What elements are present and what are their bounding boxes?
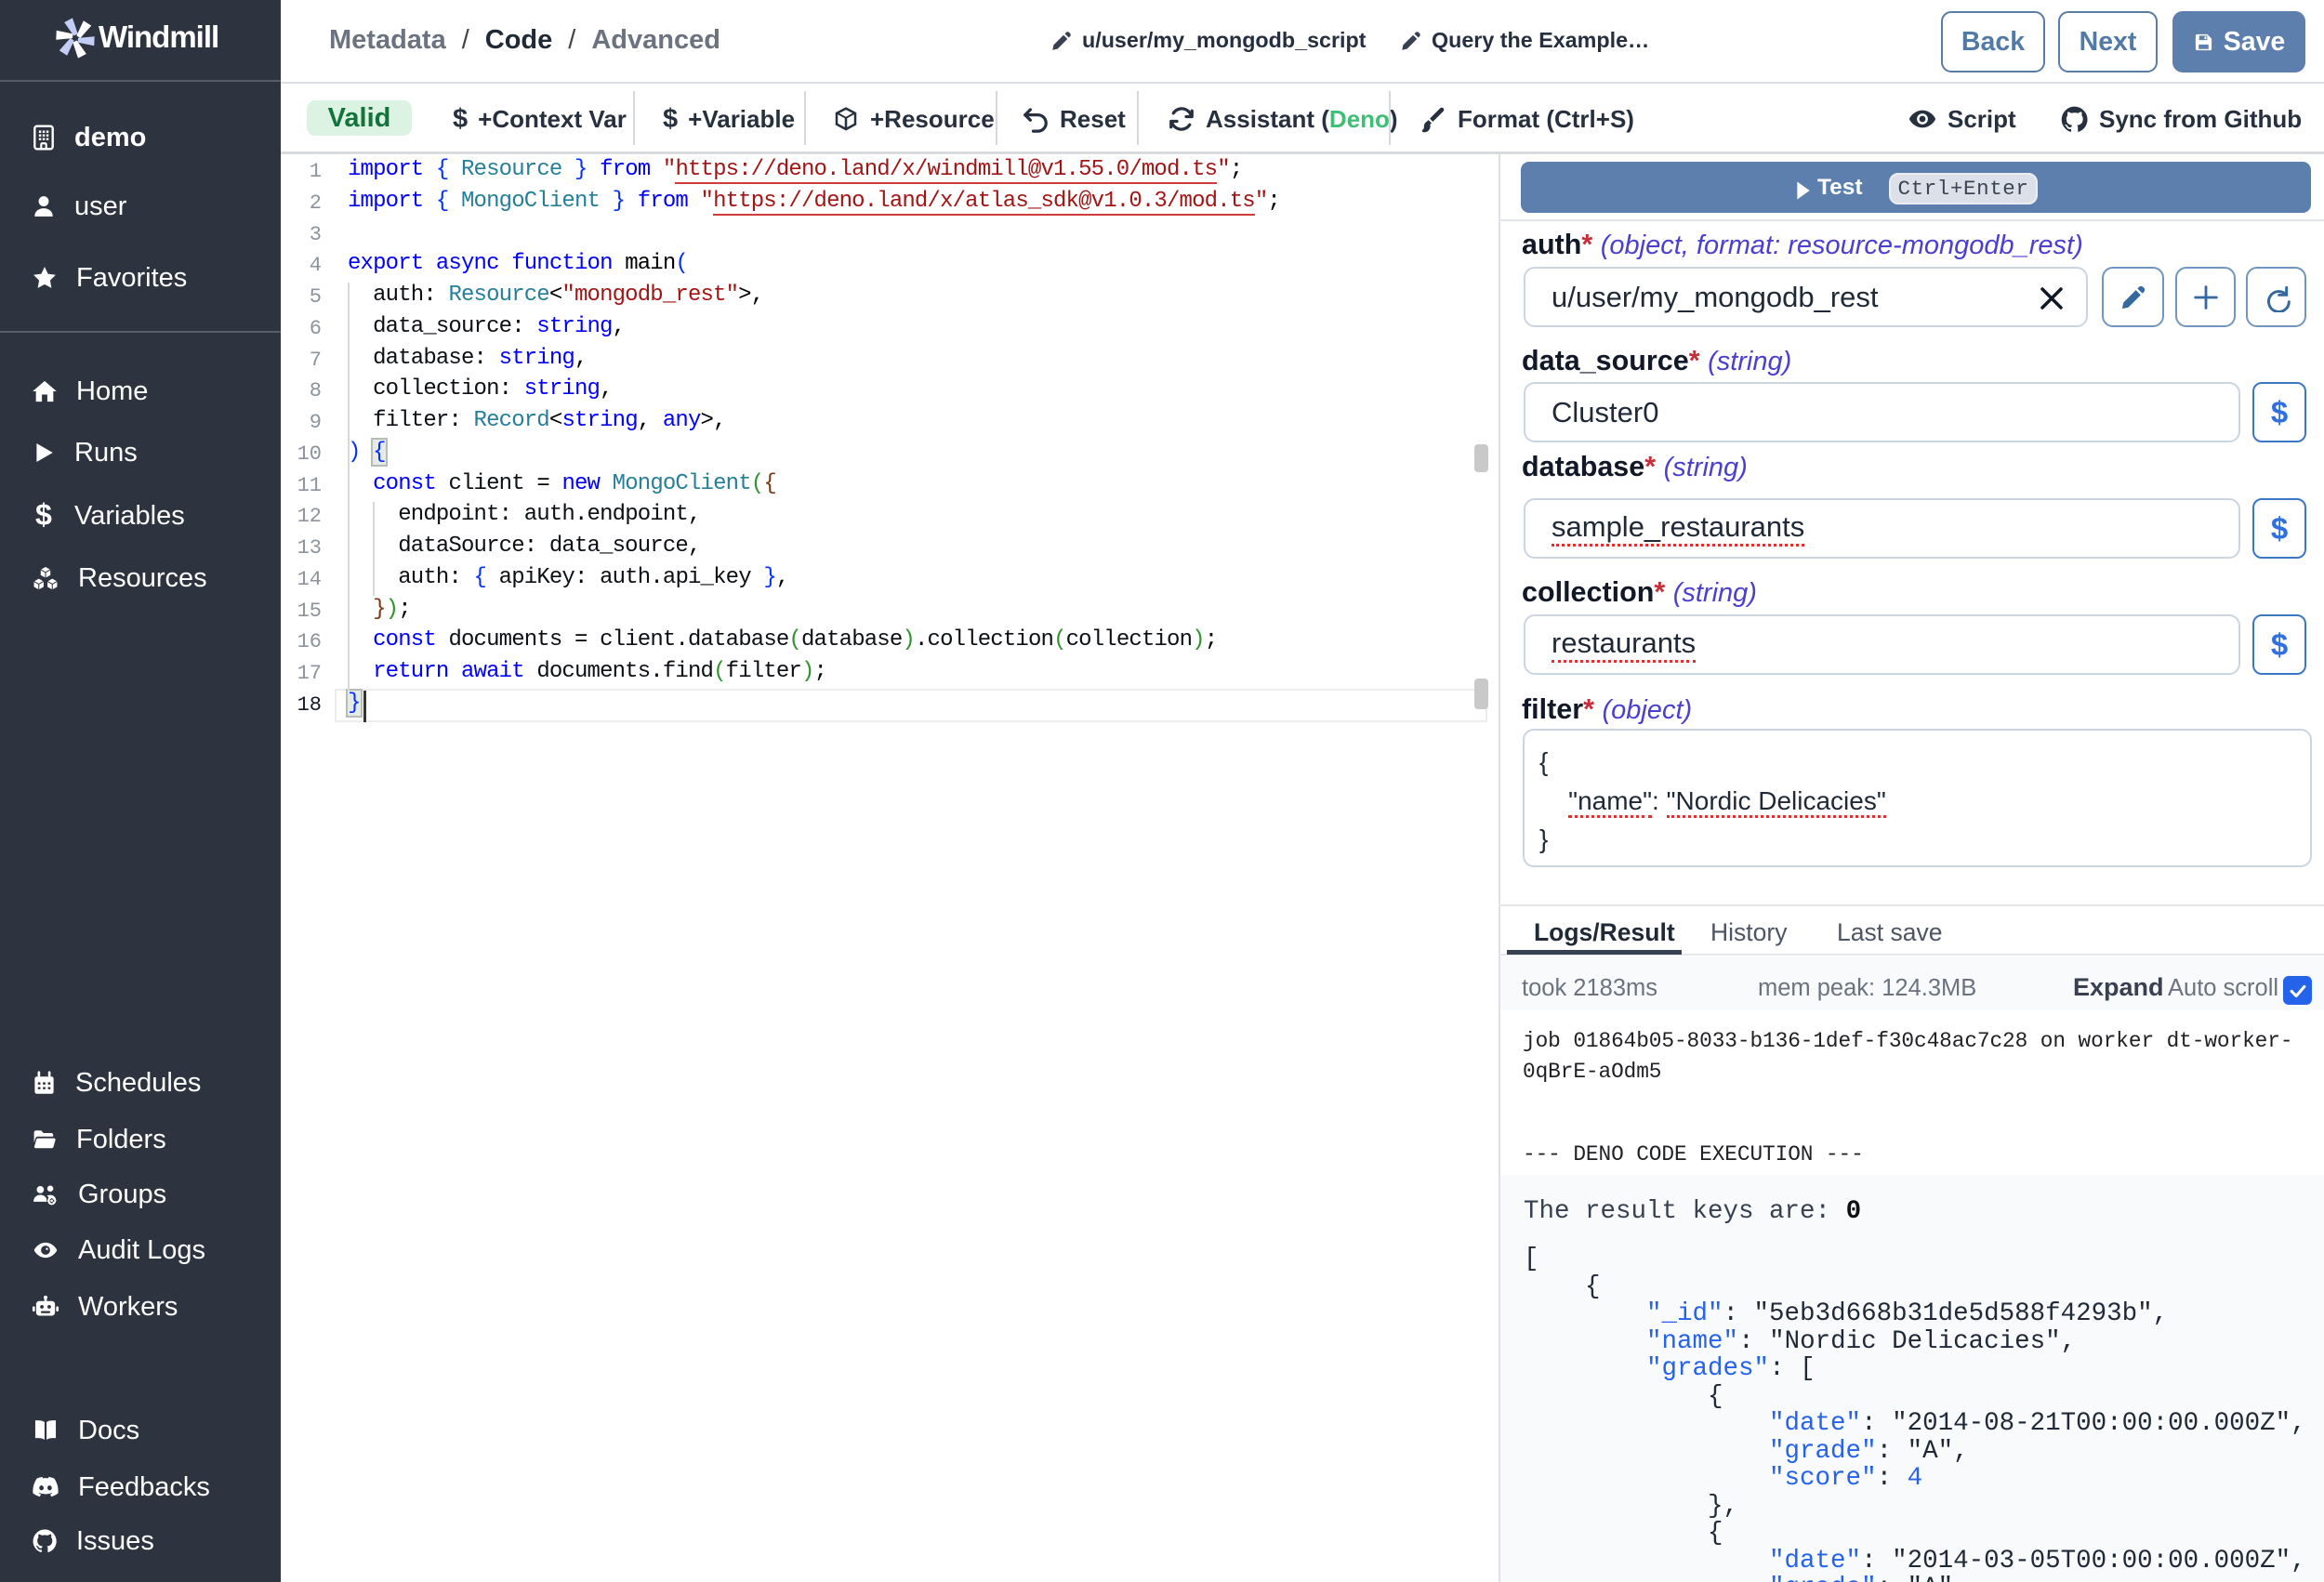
svg-text:$: $ (35, 502, 52, 530)
